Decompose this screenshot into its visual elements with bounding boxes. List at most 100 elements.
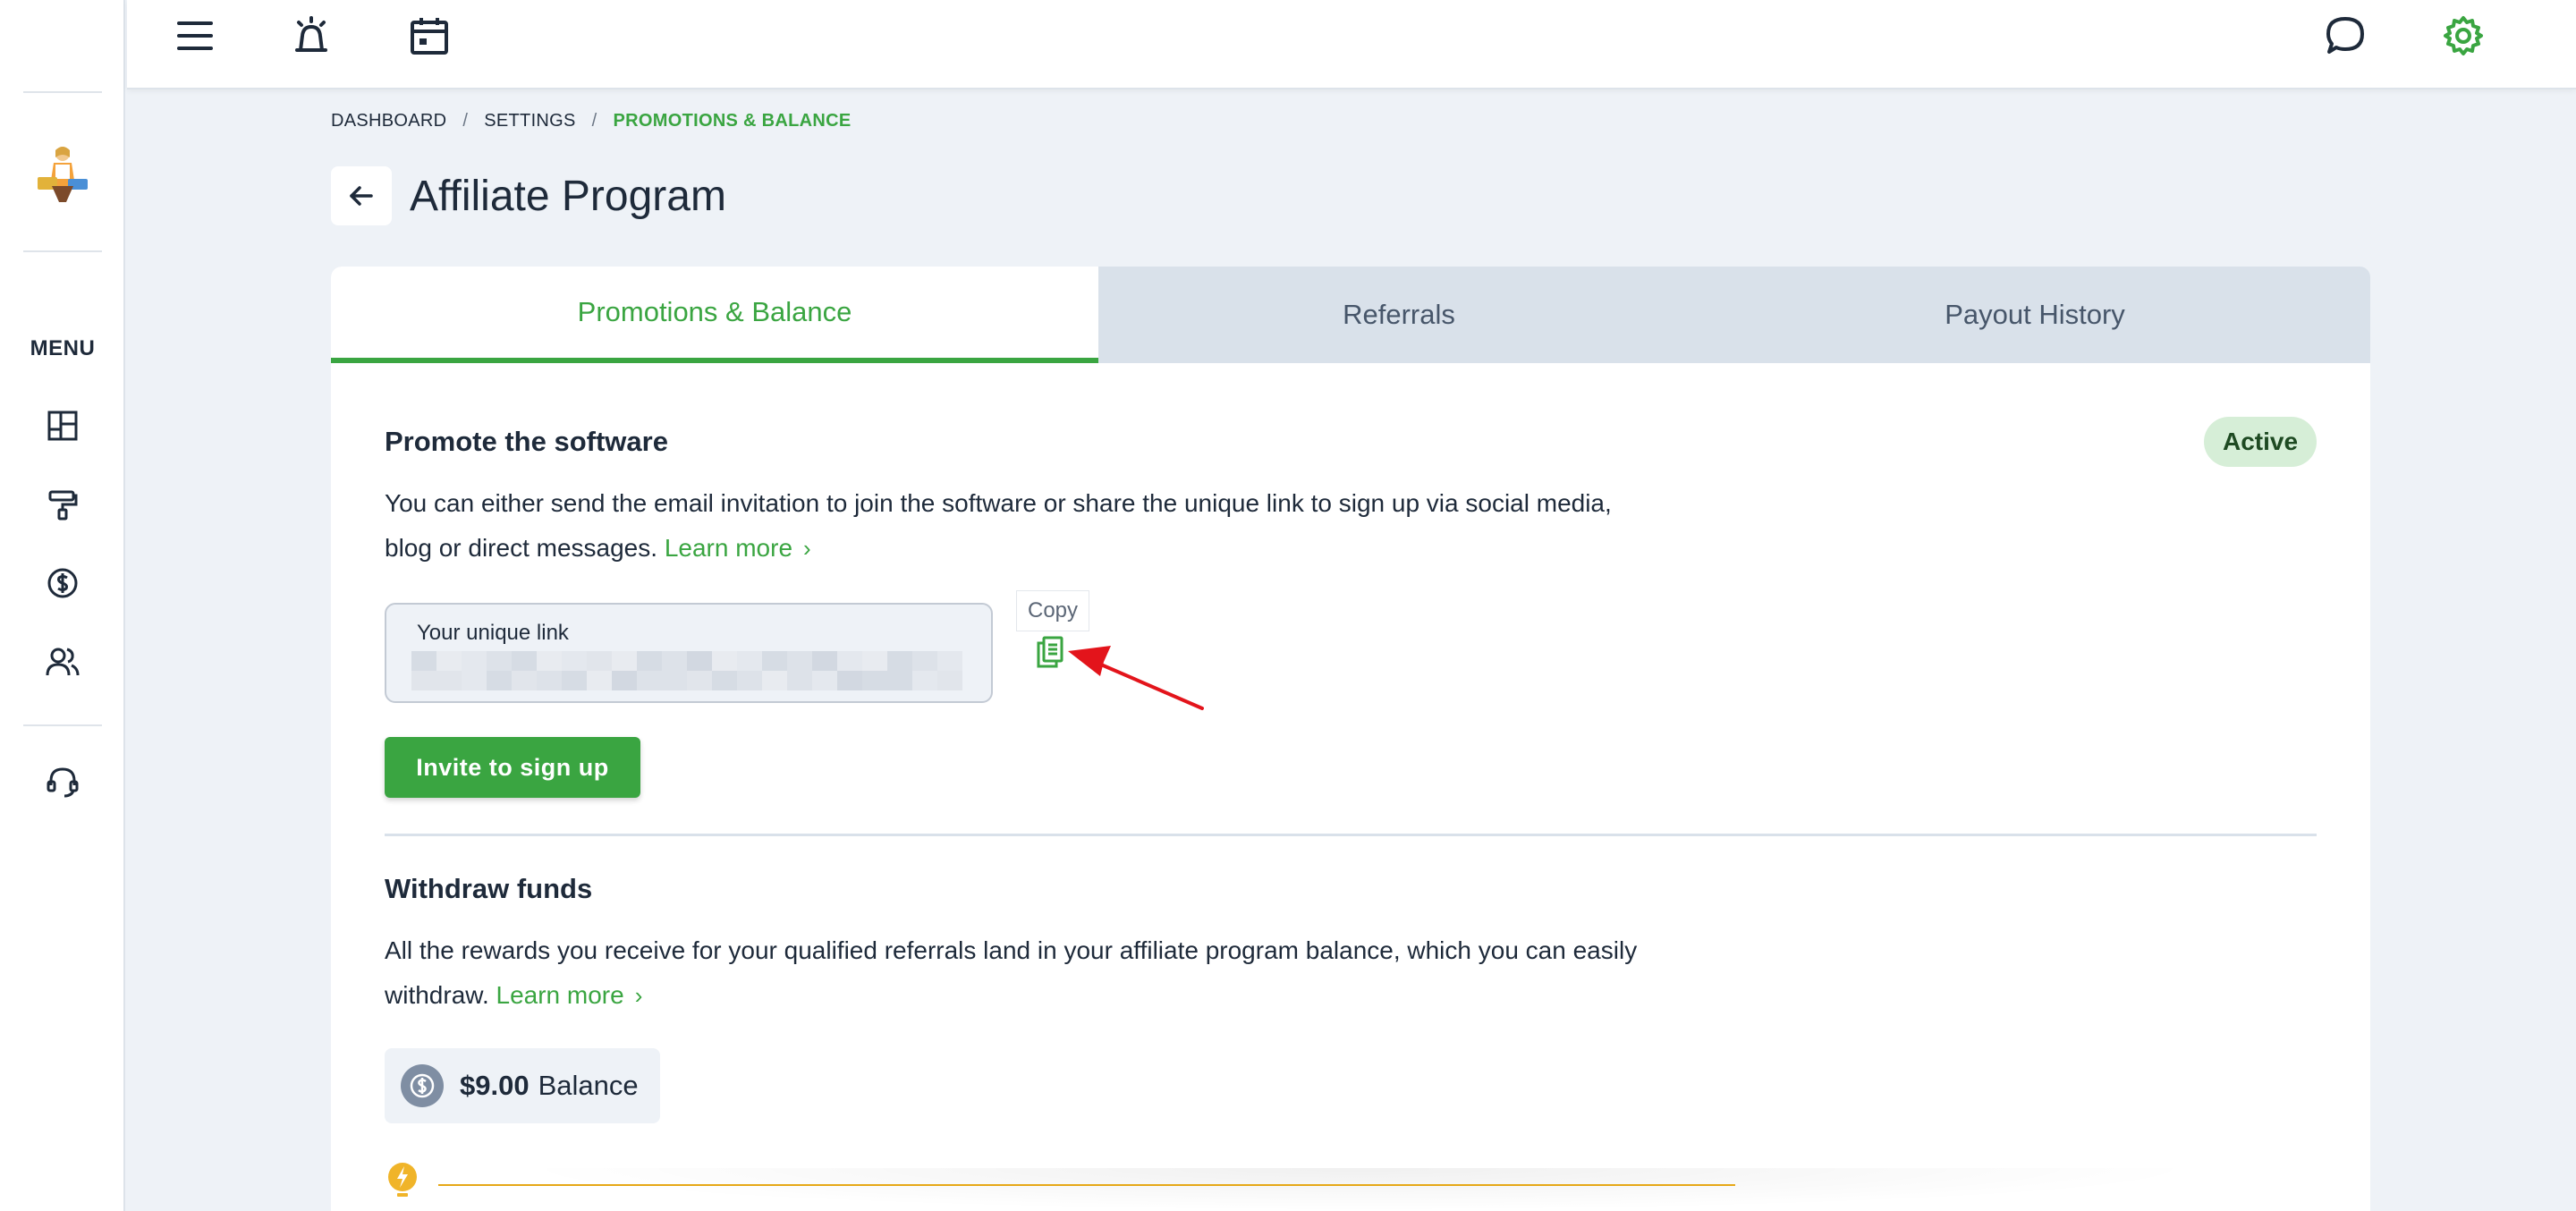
sidebar-item-paint-roller[interactable] <box>41 483 84 526</box>
redacted-pixel <box>787 671 812 690</box>
withdraw-title: Withdraw funds <box>385 873 593 904</box>
tab-referrals[interactable]: Referrals <box>1098 267 1699 363</box>
page-title: Affiliate Program <box>410 173 726 220</box>
copy-icon <box>1037 636 1063 668</box>
balance-label: Balance <box>538 1070 639 1101</box>
sidebar-divider <box>23 724 102 726</box>
breadcrumb-separator: / <box>462 111 469 131</box>
redacted-pixel <box>687 651 712 671</box>
section-divider <box>385 834 2317 836</box>
redacted-pixel <box>912 651 937 671</box>
breadcrumb-current: PROMOTIONS & BALANCE <box>613 111 852 131</box>
arrow-left-icon <box>350 186 373 206</box>
coin-icon <box>401 1064 444 1107</box>
redacted-pixel <box>812 671 837 690</box>
tab-payout-history[interactable]: Payout History <box>1699 267 2370 363</box>
tip-row <box>385 1161 1735 1211</box>
redacted-pixel <box>662 671 687 690</box>
alarm-button[interactable] <box>288 13 335 59</box>
redacted-pixel <box>411 671 436 690</box>
promote-description-text: You can either send the email invitation… <box>385 489 1612 562</box>
calendar-button[interactable] <box>406 13 453 59</box>
chat-icon <box>2326 17 2364 54</box>
redacted-pixel <box>587 651 612 671</box>
redacted-pixel <box>912 671 937 690</box>
dollar-circle-icon <box>47 568 78 598</box>
redacted-pixel <box>737 651 762 671</box>
breadcrumb: DASHBOARD / SETTINGS / PROMOTIONS & BALA… <box>331 111 852 131</box>
redacted-pixel <box>487 671 512 690</box>
redacted-pixel <box>887 651 912 671</box>
dashboard-grid-icon <box>47 411 78 441</box>
redacted-pixel <box>762 671 787 690</box>
withdraw-description: All the rewards you receive for your qua… <box>385 928 1655 1018</box>
promote-title: Promote the software <box>385 426 668 457</box>
menu-label: MENU <box>30 336 96 360</box>
learn-more-label: Learn more <box>496 981 624 1009</box>
promotions-card: Promote the software Active You can eith… <box>331 363 2370 1211</box>
invite-to-sign-up-button[interactable]: Invite to sign up <box>385 737 640 798</box>
redacted-pixel <box>687 671 712 690</box>
redacted-pixel <box>436 651 462 671</box>
redacted-pixel <box>637 651 662 671</box>
tip-divider <box>438 1184 1735 1186</box>
lightbulb-icon <box>388 1163 417 1197</box>
breadcrumb-settings[interactable]: SETTINGS <box>484 111 575 131</box>
calendar-icon <box>411 18 448 55</box>
menu-icon <box>177 21 213 50</box>
unique-link-field[interactable]: Your unique link <box>385 603 993 703</box>
tab-bar: Promotions & Balance Referrals Payout Hi… <box>331 267 2370 363</box>
withdraw-learn-more-link[interactable]: Learn more › <box>496 981 643 1009</box>
redacted-pixel <box>812 651 837 671</box>
learn-more-label: Learn more <box>664 534 793 562</box>
menu-button[interactable] <box>172 13 218 59</box>
redacted-pixel <box>537 671 562 690</box>
headset-icon <box>47 767 79 798</box>
top-bar <box>127 0 2576 89</box>
copy-tooltip: Copy <box>1016 590 1089 631</box>
redacted-pixel <box>436 671 462 690</box>
redacted-pixel <box>462 651 487 671</box>
redacted-pixel <box>862 651 887 671</box>
redacted-pixel <box>612 651 637 671</box>
back-button[interactable] <box>331 166 392 225</box>
sidebar-divider <box>23 250 102 252</box>
redacted-pixel <box>712 651 737 671</box>
alarm-icon <box>295 16 327 52</box>
balance-amount: $9.00 <box>460 1070 530 1101</box>
promote-description: You can either send the email invitation… <box>385 481 1655 571</box>
status-badge: Active <box>2204 417 2317 467</box>
redacted-pixel <box>411 651 436 671</box>
redacted-pixel <box>562 671 587 690</box>
redacted-pixel <box>787 651 812 671</box>
redacted-pixel <box>462 671 487 690</box>
gear-icon <box>2444 16 2483 55</box>
redacted-pixel <box>512 671 537 690</box>
settings-button[interactable] <box>2440 13 2487 59</box>
unique-link-value-redacted <box>411 651 970 690</box>
redacted-pixel <box>562 651 587 671</box>
chevron-right-icon: › <box>803 535 811 562</box>
annotation-arrow-icon <box>1068 646 1204 710</box>
tab-promotions-balance[interactable]: Promotions & Balance <box>331 267 1098 363</box>
redacted-pixel <box>837 671 862 690</box>
redacted-pixel <box>862 671 887 690</box>
avatar[interactable] <box>32 141 91 206</box>
redacted-pixel <box>762 651 787 671</box>
breadcrumb-separator: / <box>591 111 597 131</box>
sidebar-item-dashboard[interactable] <box>41 404 84 447</box>
chat-button[interactable] <box>2322 13 2368 59</box>
redacted-pixel <box>587 671 612 690</box>
sidebar-item-billing[interactable] <box>41 562 84 605</box>
sidebar: MENU <box>0 0 125 1211</box>
sidebar-item-support[interactable] <box>41 760 84 803</box>
balance-display: $9.00 Balance <box>385 1048 660 1123</box>
unique-link-label: Your unique link <box>417 621 569 645</box>
redacted-pixel <box>537 651 562 671</box>
redacted-pixel <box>837 651 862 671</box>
redacted-pixel <box>662 651 687 671</box>
breadcrumb-dashboard[interactable]: DASHBOARD <box>331 111 446 131</box>
sidebar-item-users[interactable] <box>41 640 84 683</box>
promote-learn-more-link[interactable]: Learn more › <box>665 534 811 562</box>
sidebar-divider <box>23 91 102 93</box>
